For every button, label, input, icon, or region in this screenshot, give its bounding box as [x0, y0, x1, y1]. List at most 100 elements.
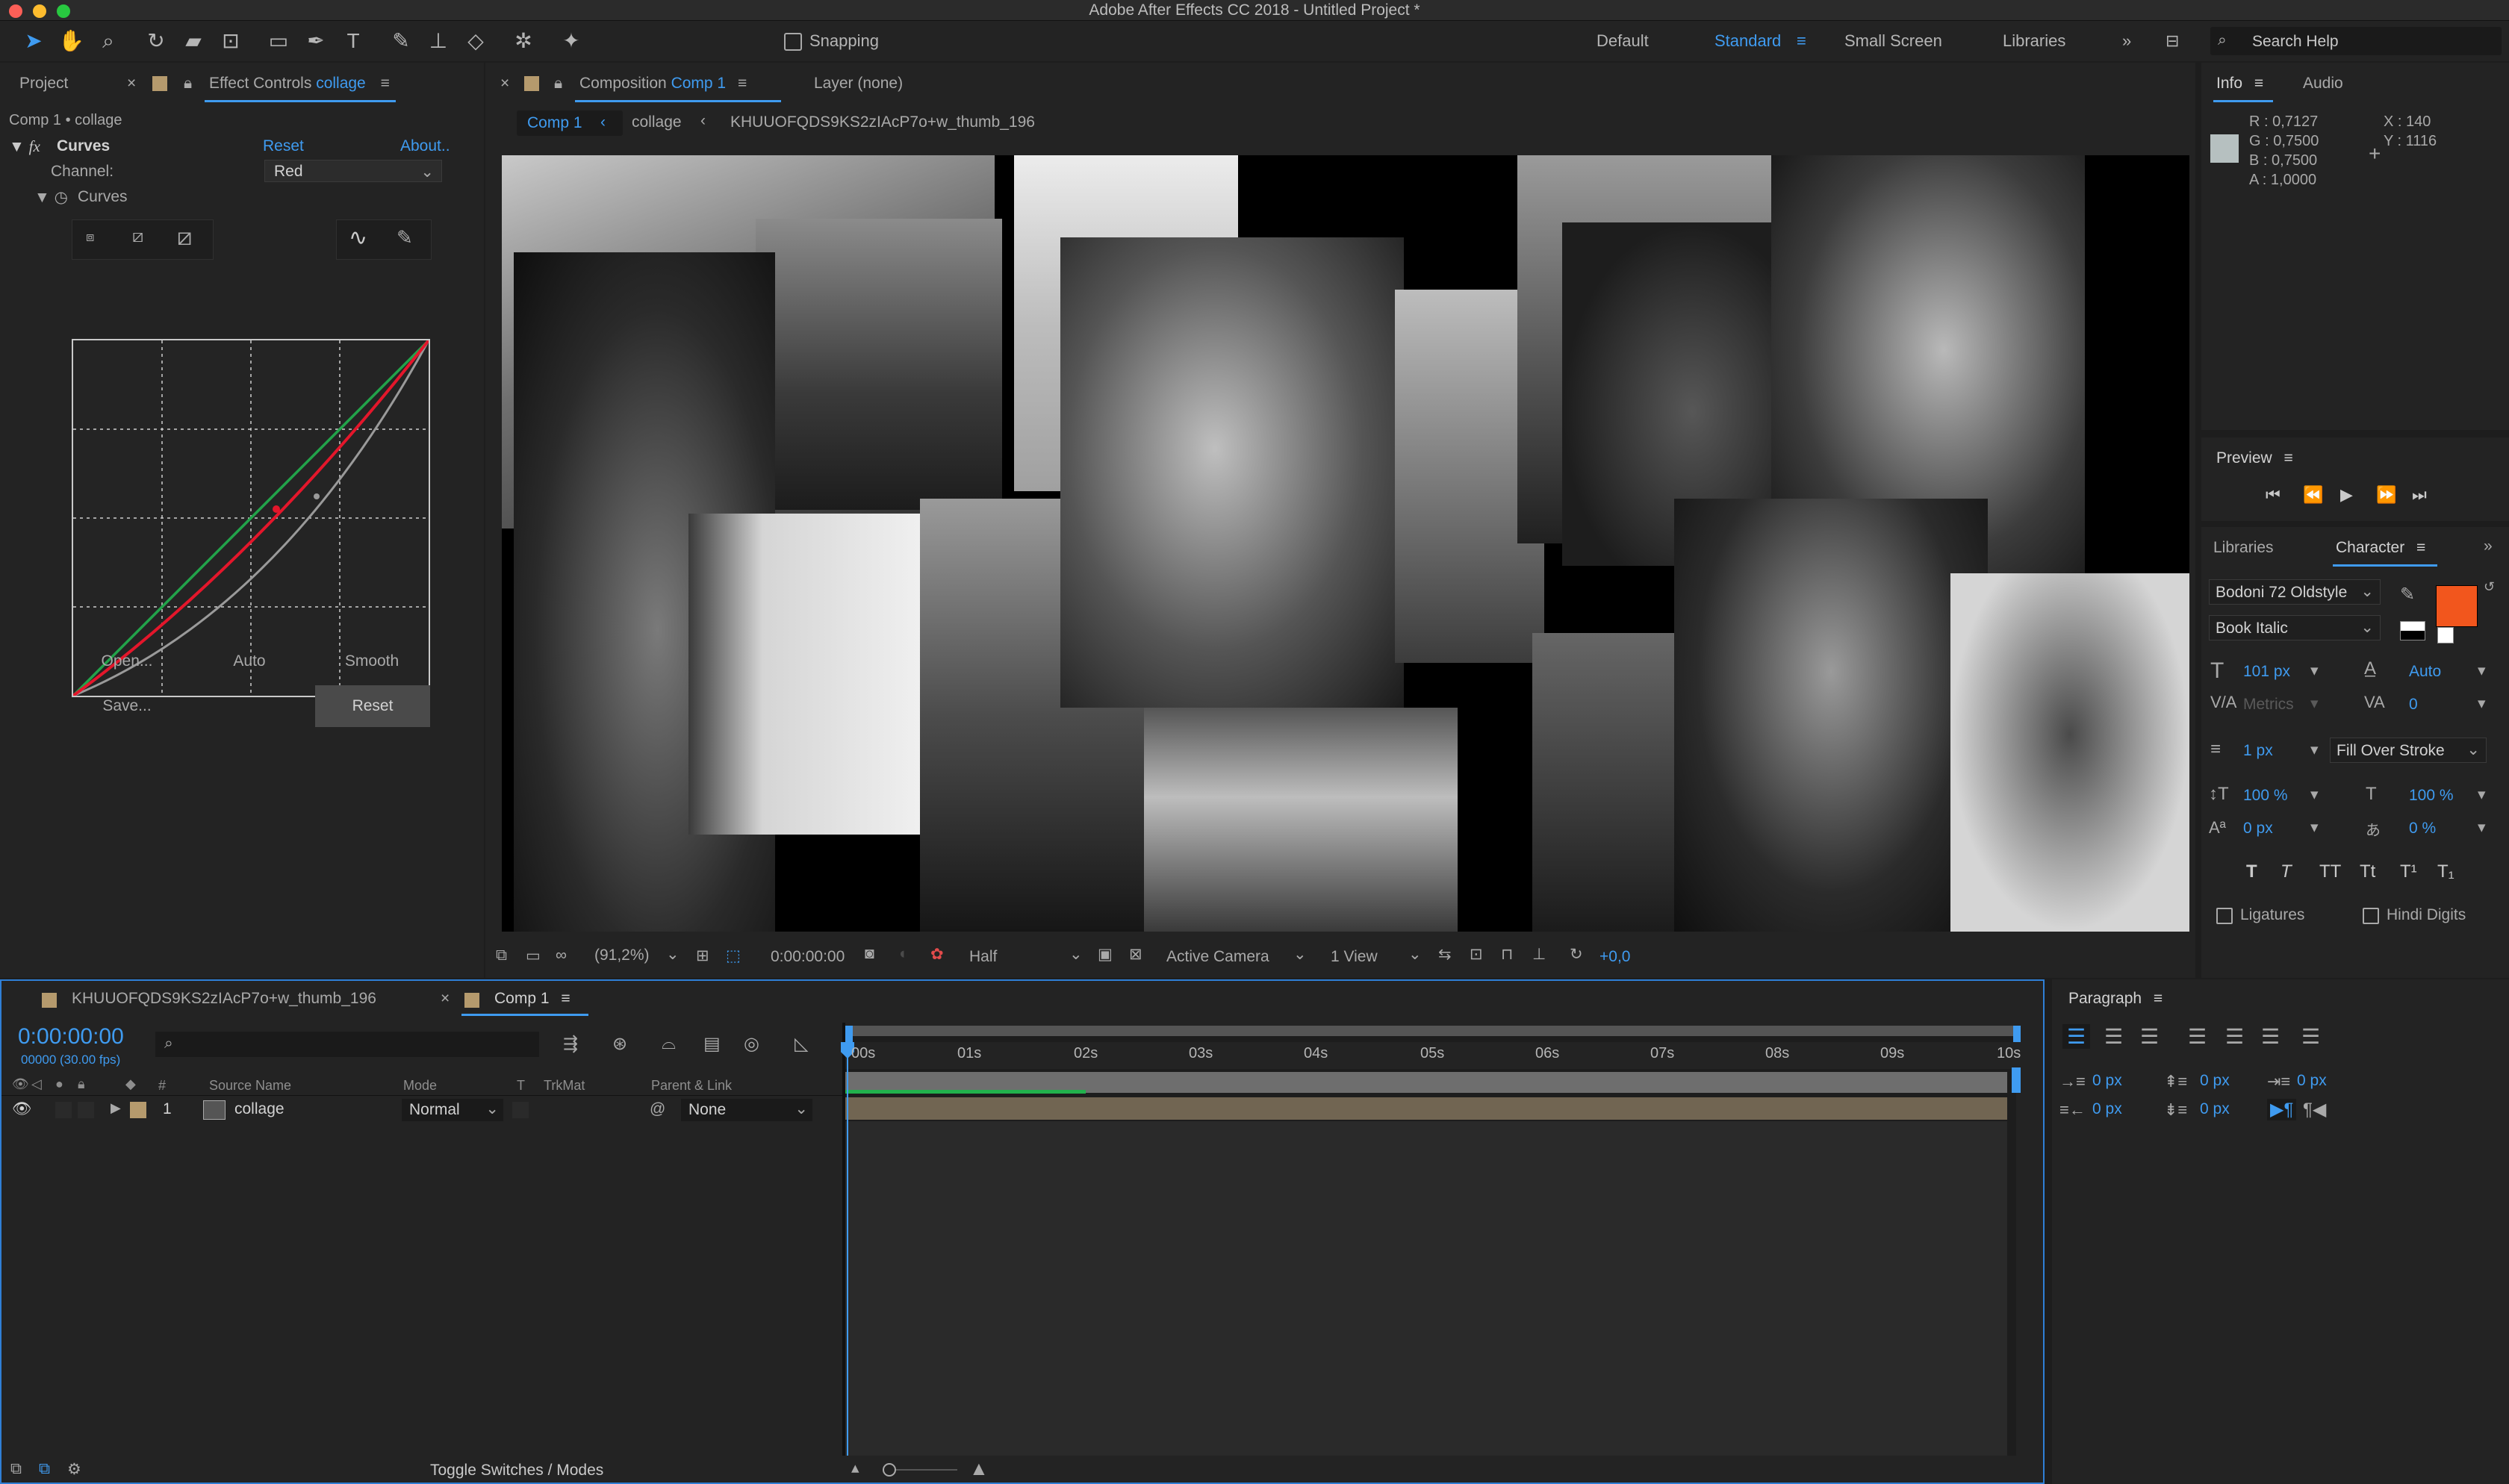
- font-style-dropdown[interactable]: Book Italic ⌄: [2209, 615, 2381, 640]
- layer-search-input[interactable]: ⌕: [155, 1032, 539, 1057]
- rectangle-tool-icon[interactable]: ▭: [266, 28, 291, 54]
- lock-icon[interactable]: 🔒︎: [554, 75, 562, 93]
- stroke-type-dropdown[interactable]: Fill Over Stroke ⌄: [2330, 738, 2487, 763]
- layer-expand-icon[interactable]: ▶: [111, 1100, 121, 1116]
- effect-reset-link[interactable]: Reset: [263, 137, 304, 155]
- space-after-value[interactable]: 0 px: [2200, 1100, 2230, 1118]
- auto-button[interactable]: Auto: [205, 652, 294, 670]
- tab-character[interactable]: Character ≡: [2336, 539, 2425, 557]
- magnification-dropdown[interactable]: (91,2%): [594, 947, 650, 964]
- zoom-tool-icon[interactable]: ⌕: [96, 28, 121, 54]
- rotate-tool-icon[interactable]: ↻: [143, 28, 169, 54]
- lock-box[interactable]: [78, 1102, 94, 1118]
- tsume-value[interactable]: 0 %: [2409, 820, 2436, 838]
- fast-previews-icon[interactable]: ⊡: [1470, 945, 1483, 964]
- draft-3d-icon[interactable]: ⊛: [612, 1033, 627, 1055]
- horizontal-scale-value[interactable]: 100 %: [2409, 787, 2454, 805]
- subscript-icon[interactable]: T₁: [2437, 861, 2454, 882]
- brush-tool-icon[interactable]: ✎: [388, 28, 414, 54]
- always-preview-icon[interactable]: ⧉: [496, 947, 507, 964]
- reset-button[interactable]: Reset: [315, 685, 430, 727]
- pan-behind-tool-icon[interactable]: ⊡: [218, 28, 243, 54]
- hindi-digits-checkbox[interactable]: [2363, 908, 2379, 924]
- snapping-checkbox[interactable]: [784, 33, 802, 51]
- font-size-value[interactable]: 101 px: [2243, 663, 2290, 681]
- workspace-libraries[interactable]: Libraries: [2003, 31, 2065, 51]
- black-white-swatch[interactable]: [2400, 621, 2425, 640]
- breadcrumb-source[interactable]: KHUUOFQDS9KS2zIAcP7o+w_thumb_196: [730, 113, 1035, 131]
- tab-audio[interactable]: Audio: [2303, 75, 2343, 93]
- reset-exposure-icon[interactable]: ↻: [1570, 945, 1583, 964]
- timeline-timecode[interactable]: 0:00:00:00: [18, 1024, 124, 1050]
- work-area-start-handle[interactable]: [845, 1026, 853, 1042]
- first-frame-icon[interactable]: ⏮: [2266, 485, 2281, 505]
- type-tool-icon[interactable]: T: [341, 28, 366, 54]
- justify-last-right-icon[interactable]: ☰: [2261, 1024, 2280, 1049]
- medium-graph-icon[interactable]: ⧄: [132, 226, 143, 247]
- align-center-icon[interactable]: ☰: [2104, 1024, 2123, 1049]
- faux-italic-icon[interactable]: T: [2281, 861, 2292, 882]
- tab-effect-controls[interactable]: Effect Controls collage ≡: [209, 75, 390, 93]
- monitor-icon[interactable]: ▭: [526, 947, 541, 965]
- effect-about-link[interactable]: About..: [400, 137, 450, 155]
- small-caps-icon[interactable]: Tt: [2360, 861, 2375, 882]
- indent-left-value[interactable]: 0 px: [2092, 1072, 2122, 1090]
- transparency-grid-icon[interactable]: ⊠: [1129, 945, 1142, 964]
- zoom-out-icon[interactable]: ▴: [851, 1459, 859, 1477]
- swap-colors-icon[interactable]: ↺: [2484, 579, 2495, 595]
- curves-expand-toggle[interactable]: ▼ fx: [9, 137, 40, 156]
- layer-label-color[interactable]: [130, 1102, 146, 1118]
- channel-rgb-icon[interactable]: ✿: [930, 945, 944, 964]
- tab-timeline-comp1[interactable]: Comp 1 ≡: [494, 990, 570, 1008]
- close-tab-icon[interactable]: ×: [500, 75, 509, 93]
- lock-icon[interactable]: 🔒︎: [184, 75, 192, 93]
- camera-tool-icon[interactable]: ▰: [181, 28, 206, 54]
- layer-switches-icon[interactable]: ⧉: [10, 1460, 22, 1478]
- tab-libraries[interactable]: Libraries: [2213, 539, 2274, 557]
- workspace-menu-icon[interactable]: ≡: [1797, 31, 1806, 51]
- rtl-direction-icon[interactable]: ¶◀: [2303, 1099, 2326, 1120]
- curves-graph[interactable]: [72, 339, 430, 697]
- puppet-pin-tool-icon[interactable]: ✦: [559, 28, 584, 54]
- next-frame-icon[interactable]: ⏩: [2376, 485, 2396, 505]
- table-row[interactable]: 👁︎ ▶ 1 collage Normal ⌄ @ None ⌄: [1, 1097, 842, 1123]
- previous-frame-icon[interactable]: ⏪: [2303, 485, 2323, 505]
- in-out-icon[interactable]: ⚙: [67, 1460, 81, 1479]
- more-workspaces-icon[interactable]: »: [2122, 31, 2131, 51]
- workspace-standard[interactable]: Standard: [1714, 31, 1781, 51]
- workspace-small-screen[interactable]: Small Screen: [1844, 31, 1942, 51]
- breadcrumb-comp1[interactable]: Comp 1 ‹: [517, 110, 623, 136]
- tab-composition[interactable]: Composition Comp 1 ≡: [579, 75, 747, 93]
- preserve-transparency-box[interactable]: [512, 1102, 529, 1118]
- channel-dropdown[interactable]: Red ⌄: [264, 160, 442, 182]
- clone-stamp-tool-icon[interactable]: ⊥: [426, 28, 451, 54]
- baseline-shift-value[interactable]: 0 px: [2243, 820, 2273, 838]
- no-color-swatch[interactable]: [2437, 627, 2454, 643]
- selection-tool-icon[interactable]: ➤: [21, 28, 46, 54]
- camera-dropdown[interactable]: Active Camera: [1166, 948, 1269, 966]
- parent-dropdown[interactable]: None ⌄: [681, 1099, 812, 1121]
- last-frame-icon[interactable]: ⏭: [2412, 485, 2427, 505]
- video-eye-icon[interactable]: 👁︎: [12, 1100, 32, 1118]
- vertical-scale-value[interactable]: 100 %: [2243, 787, 2288, 805]
- indent-right-value[interactable]: 0 px: [2092, 1100, 2122, 1118]
- current-time[interactable]: 0:00:00:00: [771, 948, 845, 966]
- tab-info[interactable]: Info ≡: [2216, 75, 2263, 93]
- work-area-bar[interactable]: [845, 1026, 2016, 1036]
- tracking-value[interactable]: 0: [2409, 696, 2418, 714]
- align-left-icon[interactable]: ☰: [2062, 1024, 2091, 1049]
- stroke-width-value[interactable]: 1 px: [2243, 742, 2273, 760]
- justify-all-icon[interactable]: ☰: [2301, 1024, 2320, 1049]
- kerning-value[interactable]: Metrics: [2243, 696, 2294, 714]
- grid-guide-icon[interactable]: ⊞: [696, 947, 709, 965]
- faux-bold-icon[interactable]: T: [2246, 861, 2257, 882]
- superscript-icon[interactable]: T¹: [2400, 861, 2417, 882]
- comp-flowchart-icon[interactable]: ⇶: [563, 1033, 578, 1055]
- tab-source-footage[interactable]: KHUUOFQDS9KS2zIAcP7o+w_thumb_196: [72, 990, 376, 1008]
- transfer-controls-icon[interactable]: ⧉: [39, 1460, 50, 1478]
- open-button[interactable]: Open...: [82, 652, 172, 670]
- roto-brush-tool-icon[interactable]: ✲: [511, 28, 536, 54]
- work-area-end-handle[interactable]: [2013, 1026, 2021, 1042]
- resolution-dropdown[interactable]: Half: [969, 948, 997, 966]
- mask-visibility-icon[interactable]: ⬚: [726, 947, 741, 965]
